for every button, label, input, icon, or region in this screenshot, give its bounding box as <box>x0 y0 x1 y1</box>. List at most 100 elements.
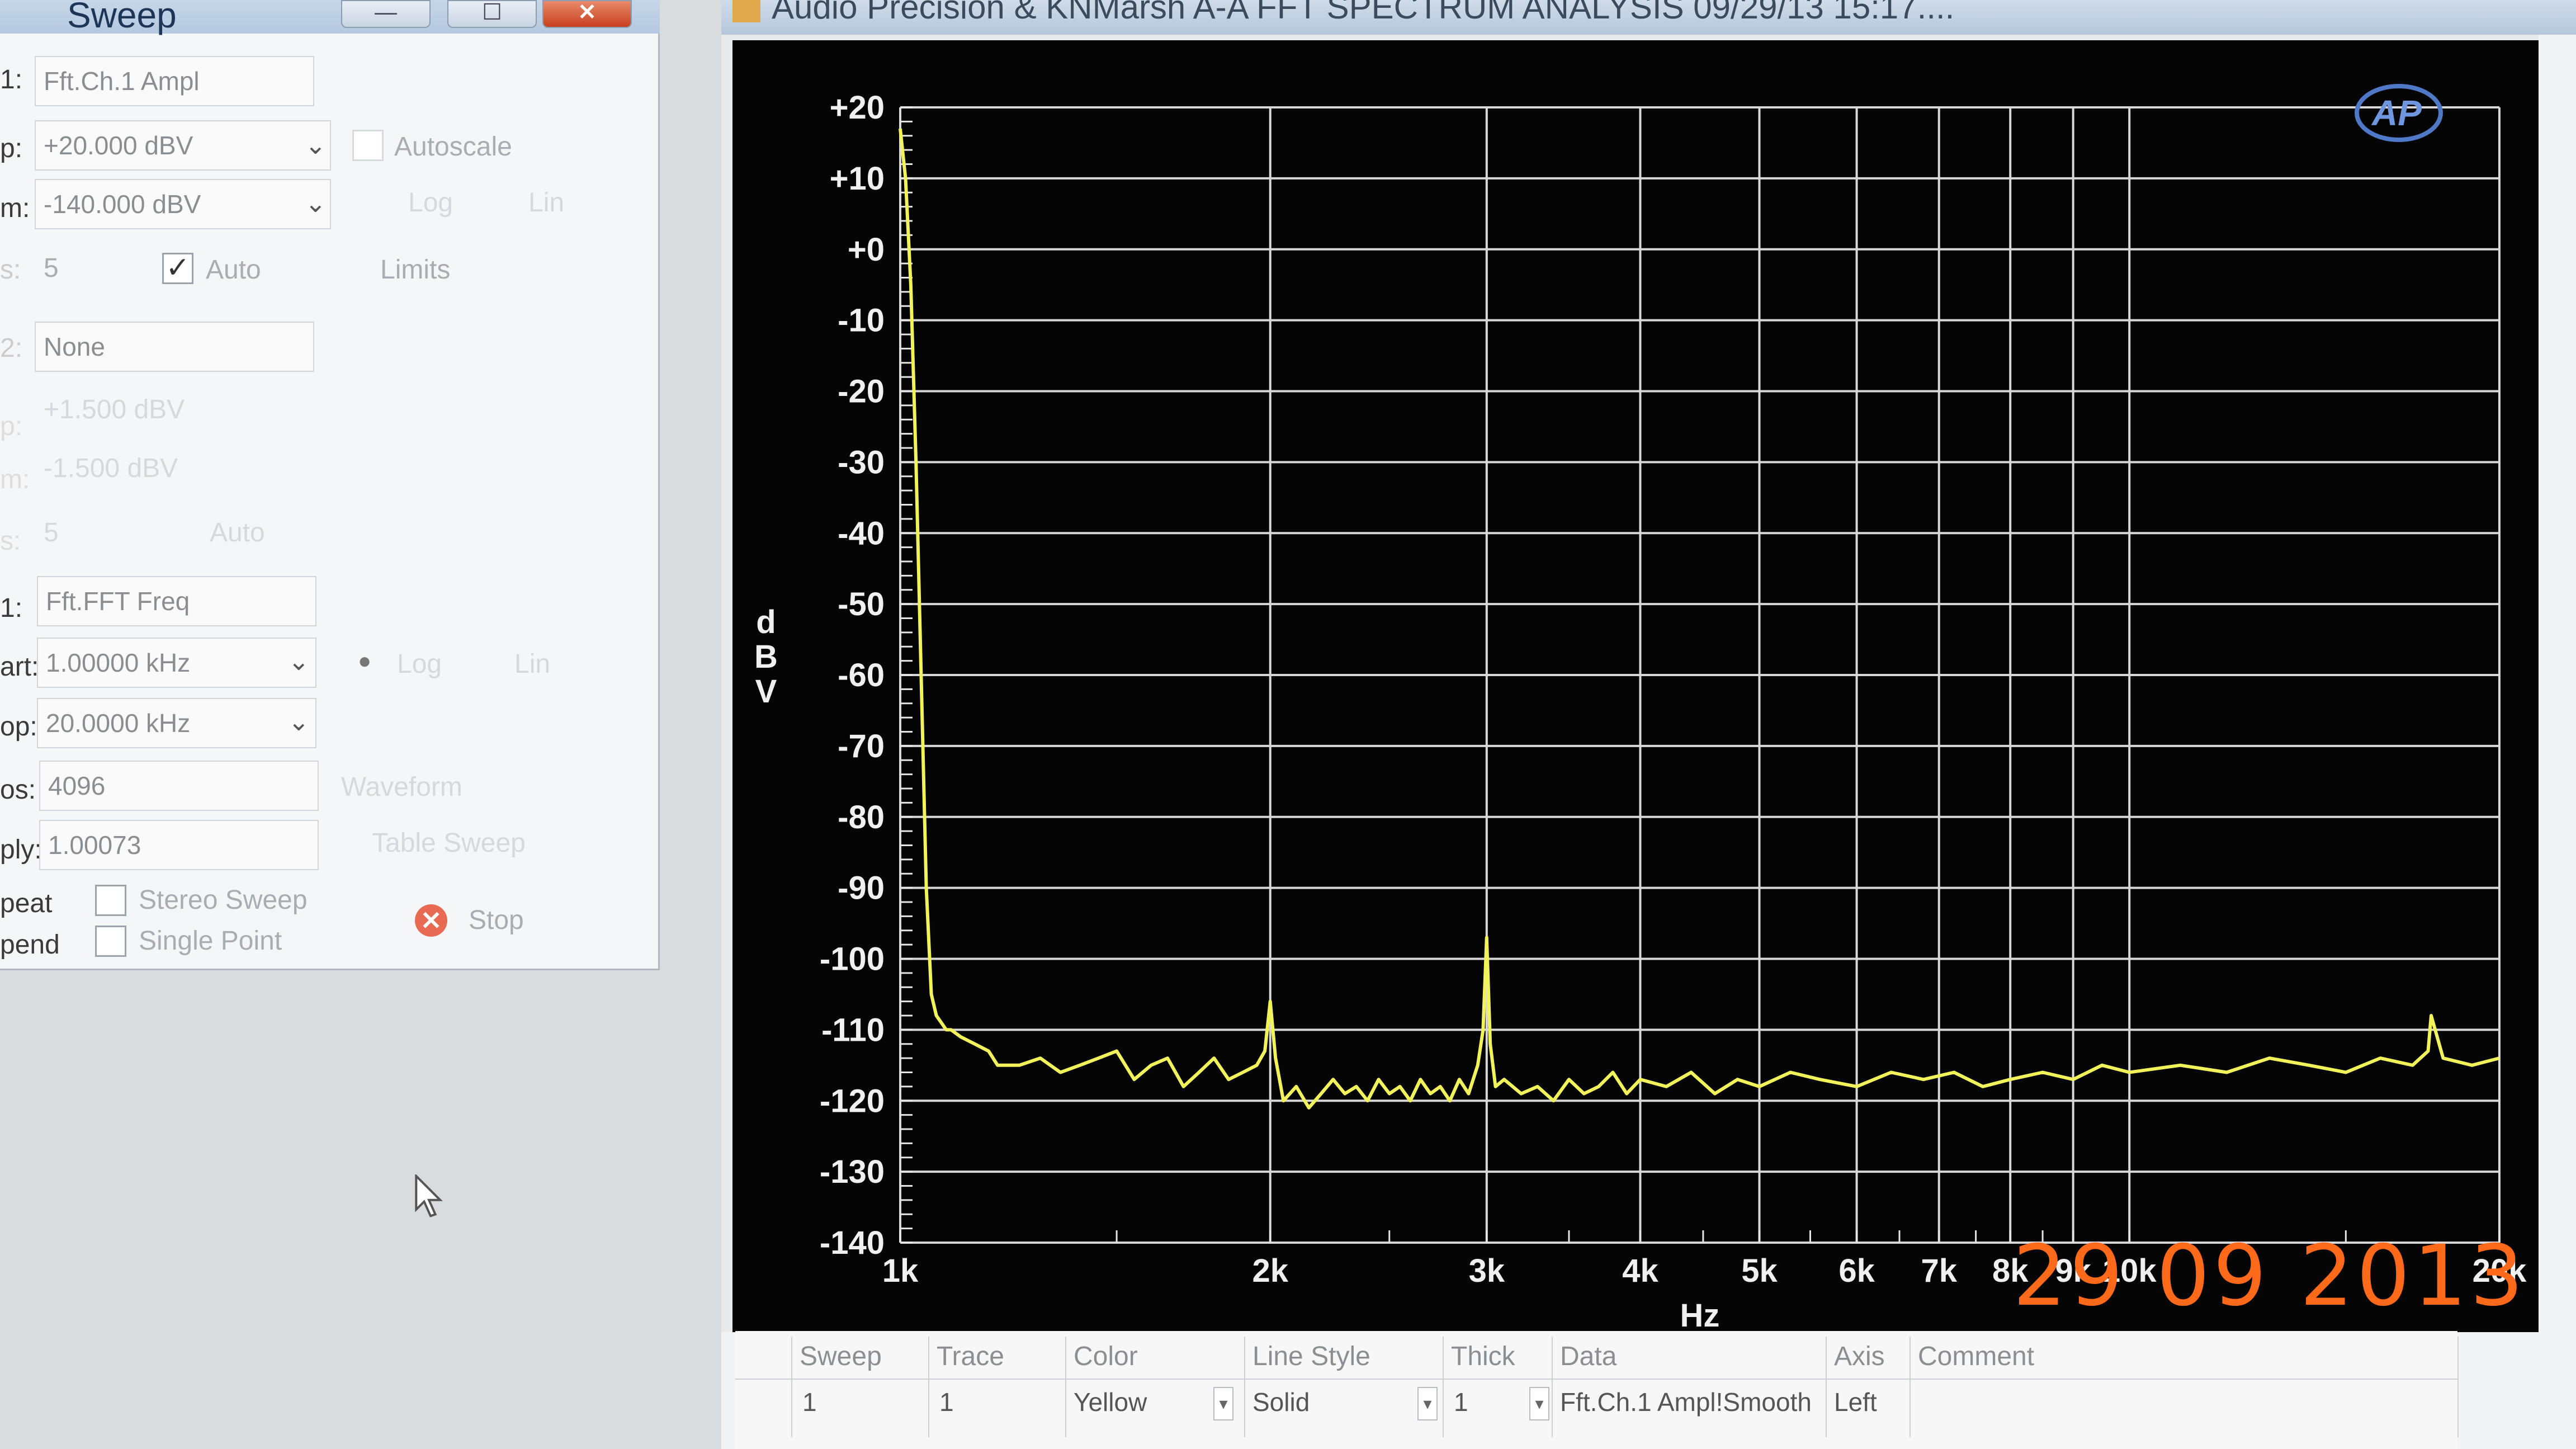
multiply-label: ply: <box>0 835 42 865</box>
header-color[interactable]: Color <box>1074 1341 1138 1372</box>
y-tick-label: -20 <box>838 374 885 410</box>
stereo-sweep-checkbox[interactable] <box>95 885 126 916</box>
autoscale-label: Autoscale <box>394 132 512 162</box>
header-thick[interactable]: Thick <box>1451 1341 1515 1372</box>
y-tick-label: +20 <box>830 89 885 126</box>
top-value-field[interactable]: +20.000 dBV <box>35 120 331 171</box>
header-sweep[interactable]: Sweep <box>800 1341 882 1372</box>
maximize-button[interactable]: ☐ <box>447 0 537 28</box>
source1-label: 1: <box>0 593 23 623</box>
y-tick-label: -40 <box>838 515 885 551</box>
bottom-label: m: <box>0 193 30 223</box>
single-point-label: Single Point <box>139 926 282 956</box>
header-data[interactable]: Data <box>1560 1341 1617 1372</box>
waveform-button[interactable]: Waveform <box>341 772 462 803</box>
table-sweep-button[interactable]: Table Sweep <box>372 828 526 858</box>
stop-freq-label: op: <box>0 712 37 742</box>
cell-thick[interactable]: 1 <box>1454 1387 1468 1417</box>
start-field[interactable]: 1.00000 kHz <box>37 638 316 688</box>
lin-option-source[interactable]: Lin <box>514 649 550 679</box>
color-dropdown-icon[interactable]: ▾ <box>1213 1387 1233 1420</box>
fft-titlebar[interactable]: Audio Precision & KNMarsh A-A FFT SPECTR… <box>721 0 2576 35</box>
cell-color[interactable]: Yellow <box>1074 1387 1147 1417</box>
chevron-down-icon[interactable]: ⌄ <box>288 646 310 676</box>
stereo-sweep-label: Stereo Sweep <box>139 885 308 915</box>
thick-dropdown-icon[interactable]: ▾ <box>1529 1387 1549 1420</box>
header-line-style[interactable]: Line Style <box>1252 1341 1370 1372</box>
y-tick-label: -130 <box>820 1154 885 1190</box>
plot-frame: +20 +10 +0 -10 -20 -30 -40 -50 -60 -70 -80 -90 -100 -… <box>721 35 2539 1332</box>
x-tick-label: 4k <box>1622 1253 1658 1289</box>
y-tick-label: -80 <box>838 799 885 836</box>
bottom2-value[interactable]: -1.500 dBV <box>44 453 178 484</box>
header-comment[interactable]: Comment <box>1918 1341 2034 1372</box>
log-radio-icon[interactable]: ● <box>358 649 371 674</box>
stop-button[interactable]: Stop <box>469 905 524 936</box>
single-point-checkbox[interactable] <box>95 926 126 957</box>
cell-axis[interactable]: Left <box>1834 1387 1877 1417</box>
multiply-field[interactable]: 1.00073 <box>39 820 319 870</box>
x-tick-label: 7k <box>1921 1253 1957 1289</box>
limits-button[interactable]: Limits <box>380 254 450 285</box>
source1-field[interactable]: Fft.FFT Freq <box>37 576 316 626</box>
trace-table: Sweep Trace Color Line Style Thick Data … <box>735 1331 2459 1449</box>
x-tick-label: 2k <box>1252 1253 1288 1289</box>
y-tick-label: -70 <box>838 728 885 764</box>
sweep-panel: Sweep — ☐ ✕ 1: Fft.Ch.1 Ampl p: +20.000 … <box>0 0 660 970</box>
log-option[interactable]: Log <box>408 187 453 218</box>
top2-value[interactable]: +1.500 dBV <box>44 394 185 425</box>
cell-sweep[interactable]: 1 <box>802 1387 817 1417</box>
start-label: art: <box>0 652 39 682</box>
y-tick-label: +10 <box>830 161 885 197</box>
cell-line-style[interactable]: Solid <box>1252 1387 1310 1417</box>
chevron-down-icon[interactable]: ⌄ <box>305 188 327 218</box>
close-button[interactable]: ✕ <box>542 0 632 28</box>
data1-field[interactable]: Fft.Ch.1 Ampl <box>35 56 314 106</box>
minimize-button[interactable]: — <box>341 0 431 28</box>
y-tick-label: -100 <box>820 941 885 978</box>
steps-field[interactable]: 4096 <box>39 761 319 811</box>
auto-checkbox[interactable]: ✓ <box>162 253 193 284</box>
divisions-value[interactable]: 5 <box>44 253 59 284</box>
sweep-title: Sweep <box>67 0 177 35</box>
steps-label: os: <box>0 775 36 805</box>
bottom-value-field[interactable]: -140.000 dBV <box>35 179 331 229</box>
bottom2-label: m: <box>0 465 30 494</box>
auto2-label: Auto <box>210 518 265 547</box>
divisions-label: s: <box>0 255 21 285</box>
y-axis-label: dBV <box>754 604 778 710</box>
line-style-dropdown-icon[interactable]: ▾ <box>1417 1387 1438 1420</box>
sweep-titlebar[interactable]: Sweep — ☐ ✕ <box>0 0 660 35</box>
lin-option[interactable]: Lin <box>528 187 564 218</box>
y-tick-label: -140 <box>820 1225 885 1261</box>
y-tick-label: -10 <box>838 303 885 339</box>
chevron-down-icon[interactable]: ⌄ <box>288 706 310 737</box>
fft-spectrum-chart[interactable]: +20 +10 +0 -10 -20 -30 -40 -50 -60 -70 -80 -90 -100 -… <box>732 40 2539 1332</box>
x-tick-label: 5k <box>1741 1253 1778 1289</box>
app-icon <box>732 0 760 22</box>
plot-background <box>732 40 2539 1332</box>
x-tick-label: 6k <box>1838 1253 1875 1289</box>
mouse-cursor-icon <box>415 1174 443 1217</box>
header-axis[interactable]: Axis <box>1834 1341 1885 1372</box>
x-tick-label: 1k <box>882 1253 919 1289</box>
header-trace[interactable]: Trace <box>937 1341 1004 1372</box>
y-tick-label: -110 <box>821 1012 885 1048</box>
y-tick-label: -50 <box>838 586 885 622</box>
x-tick-label: 3k <box>1469 1253 1505 1289</box>
y-tick-label: -30 <box>838 444 885 480</box>
stop-icon[interactable]: ✕ <box>415 904 447 937</box>
stop-freq-field[interactable]: 20.0000 kHz <box>37 698 316 748</box>
cell-data[interactable]: Fft.Ch.1 Ampl!Smooth <box>1560 1387 1812 1417</box>
append-label: pend <box>0 930 60 960</box>
data2-field[interactable]: None <box>35 322 314 372</box>
y-tick-label: -120 <box>820 1083 885 1119</box>
cell-trace[interactable]: 1 <box>939 1387 954 1417</box>
chevron-down-icon[interactable]: ⌄ <box>305 130 327 160</box>
divisions2-value[interactable]: 5 <box>44 517 59 548</box>
top2-label: p: <box>0 412 23 441</box>
autoscale-checkbox[interactable] <box>352 130 384 161</box>
log-option-source[interactable]: Log <box>397 649 442 679</box>
y-tick-label: -60 <box>838 657 885 693</box>
auto-label: Auto <box>206 255 261 285</box>
